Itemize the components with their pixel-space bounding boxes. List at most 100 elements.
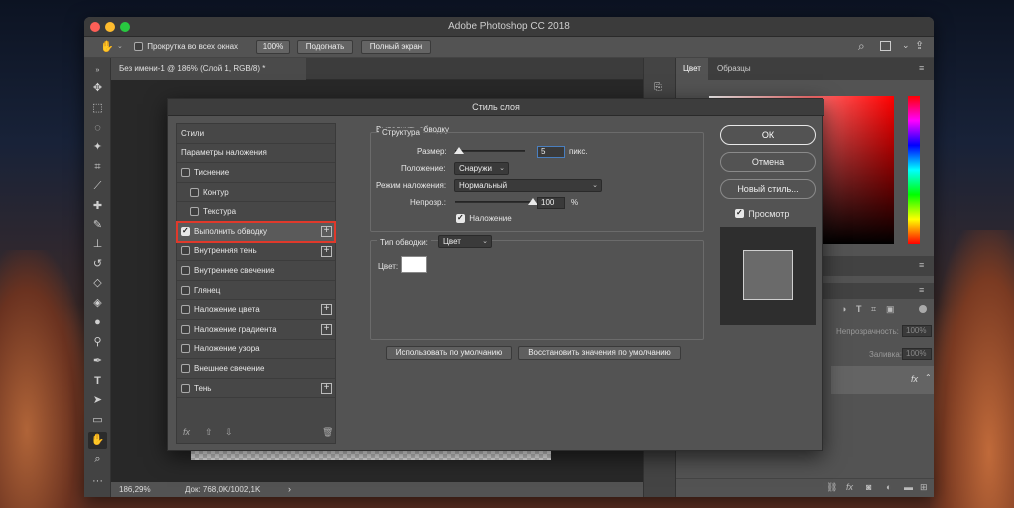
tab-swatches[interactable]: Образцы bbox=[710, 58, 758, 80]
status-arrow-icon[interactable]: › bbox=[288, 484, 291, 494]
add-instance-icon[interactable]: + bbox=[321, 324, 332, 335]
rectangle-tool-icon[interactable]: ▭ bbox=[88, 412, 107, 429]
opacity-field[interactable]: 100 bbox=[537, 197, 565, 209]
trash-icon[interactable]: 🗑 bbox=[322, 427, 333, 438]
hand-tool-icon[interactable]: ✋ bbox=[100, 40, 114, 53]
add-mask-icon[interactable]: ◙ bbox=[866, 482, 871, 492]
style-checkbox-icon[interactable] bbox=[181, 344, 190, 354]
opacity-field[interactable]: 100% bbox=[902, 325, 932, 337]
checkbox-icon[interactable] bbox=[134, 42, 143, 51]
style-checkbox-icon[interactable] bbox=[181, 285, 190, 295]
style-checkbox-icon[interactable] bbox=[181, 265, 190, 275]
filter-type-icon[interactable]: T bbox=[856, 304, 862, 314]
collapse-icon[interactable]: » bbox=[88, 62, 107, 79]
layers-menu-icon[interactable]: ≡ bbox=[919, 285, 924, 295]
stroke-color-swatch[interactable] bbox=[401, 256, 427, 273]
style-checkbox-icon[interactable] bbox=[181, 305, 190, 315]
reset-default-button[interactable]: Восстановить значения по умолчанию bbox=[518, 346, 681, 360]
add-instance-icon[interactable]: + bbox=[321, 245, 332, 257]
style-checkbox-icon[interactable] bbox=[181, 324, 190, 334]
marquee-tool-icon[interactable]: ⬚ bbox=[88, 100, 107, 117]
cancel-button[interactable]: Отмена bbox=[720, 152, 816, 172]
layer-row[interactable]: fx ⌃ bbox=[831, 366, 934, 394]
add-instance-icon[interactable]: + bbox=[321, 304, 332, 316]
history-panel-icon[interactable]: ⎘ bbox=[654, 82, 662, 93]
search-icon[interactable]: ⌕ bbox=[858, 39, 865, 54]
path-selection-tool-icon[interactable]: ➤ bbox=[88, 392, 107, 409]
style-checkbox-icon[interactable] bbox=[181, 383, 190, 393]
new-style-button[interactable]: Новый стиль... bbox=[720, 179, 816, 199]
link-layers-icon[interactable]: ⛓ bbox=[826, 482, 837, 493]
chevron-up-icon[interactable]: ⌃ bbox=[925, 373, 932, 382]
style-checkbox-icon[interactable] bbox=[181, 246, 190, 256]
style-item[interactable]: Глянец bbox=[177, 281, 335, 301]
filter-toggle-icon[interactable] bbox=[919, 305, 927, 313]
lasso-tool-icon[interactable]: ◌ bbox=[88, 120, 107, 137]
style-checkbox-icon[interactable] bbox=[190, 207, 199, 217]
style-item[interactable]: Внутренняя тень + bbox=[177, 242, 335, 262]
workspace-icon[interactable] bbox=[880, 41, 891, 51]
new-layer-icon[interactable]: ⊞ bbox=[920, 482, 928, 493]
adjustment-layer-icon[interactable]: ◐ bbox=[886, 482, 891, 492]
checkbox-icon[interactable] bbox=[456, 213, 465, 223]
style-checkbox-icon[interactable] bbox=[181, 363, 190, 373]
fill-screen-button[interactable]: Полный экран bbox=[361, 40, 431, 54]
more-tools-icon[interactable]: ··· bbox=[88, 473, 107, 490]
opacity-slider[interactable] bbox=[455, 198, 538, 205]
zoom-tool-icon[interactable]: ⌕ bbox=[88, 451, 107, 468]
paint-bucket-tool-icon[interactable]: ◈ bbox=[88, 295, 107, 312]
style-checkbox-icon[interactable] bbox=[181, 167, 190, 177]
fill-type-dropdown[interactable]: Цвет ⌄ bbox=[438, 235, 492, 248]
add-instance-icon[interactable]: + bbox=[321, 226, 332, 237]
crop-tool-icon[interactable]: ⌗ bbox=[88, 159, 107, 176]
share-icon[interactable]: ⇪ bbox=[915, 39, 924, 52]
style-item[interactable]: Внутреннее свечение bbox=[177, 261, 335, 281]
fx-menu-icon[interactable]: fx bbox=[183, 427, 190, 437]
zoom-level[interactable]: 186,29% bbox=[119, 485, 151, 494]
panel-menu-icon[interactable]: ≡ bbox=[919, 63, 924, 73]
ok-button[interactable]: ОК bbox=[720, 125, 816, 145]
healing-brush-tool-icon[interactable]: ✚ bbox=[88, 198, 107, 215]
fill-field[interactable]: 100% bbox=[902, 348, 932, 360]
style-item[interactable]: Внешнее свечение bbox=[177, 359, 335, 379]
style-item[interactable]: Выполнить обводку + bbox=[176, 221, 336, 243]
size-slider[interactable] bbox=[453, 147, 525, 154]
style-item[interactable]: Наложение цвета + bbox=[177, 300, 335, 320]
new-group-icon[interactable]: ▬ bbox=[904, 482, 913, 492]
properties-menu-icon[interactable]: ≡ bbox=[919, 260, 924, 270]
style-item[interactable]: Контур bbox=[177, 183, 335, 203]
style-checkbox-icon[interactable] bbox=[181, 226, 190, 236]
style-item[interactable]: Тиснение bbox=[177, 163, 335, 183]
chevron-down-icon[interactable]: ⌄ bbox=[117, 42, 123, 50]
make-default-button[interactable]: Использовать по умолчанию bbox=[386, 346, 512, 360]
move-up-icon[interactable]: ⇧ bbox=[205, 427, 213, 438]
dodge-tool-icon[interactable]: ⚲ bbox=[88, 334, 107, 351]
scroll-all-windows-checkbox[interactable]: Прокрутка во всех окнах bbox=[134, 42, 238, 53]
size-field[interactable]: 5 bbox=[537, 146, 565, 158]
styles-header[interactable]: Стили bbox=[177, 124, 335, 144]
workspace-dropdown-icon[interactable]: ⌄ bbox=[902, 40, 910, 51]
size-slider-thumb[interactable] bbox=[453, 147, 464, 154]
filter-smart-object-icon[interactable]: ▣ bbox=[886, 304, 895, 315]
hue-slider[interactable] bbox=[908, 96, 920, 244]
blur-tool-icon[interactable]: ● bbox=[88, 314, 107, 331]
fit-screen-button[interactable]: Подогнать bbox=[297, 40, 353, 54]
style-item[interactable]: Текстура bbox=[177, 202, 335, 222]
add-instance-icon[interactable]: + bbox=[321, 382, 332, 394]
style-checkbox-icon[interactable] bbox=[190, 187, 199, 197]
eyedropper-tool-icon[interactable]: ⟋ bbox=[88, 178, 107, 195]
style-item[interactable]: Тень + bbox=[177, 379, 335, 399]
style-item[interactable]: Наложение узора bbox=[177, 340, 335, 360]
brush-tool-icon[interactable]: ✎ bbox=[88, 217, 107, 234]
filter-shape-layer-icon[interactable]: ⌗ bbox=[871, 304, 876, 315]
pen-tool-icon[interactable]: ✒ bbox=[88, 353, 107, 370]
position-dropdown[interactable]: Снаружи ⌄ bbox=[454, 162, 509, 175]
tab-color[interactable]: Цвет bbox=[676, 58, 708, 80]
overprint-checkbox[interactable]: Наложение bbox=[456, 213, 512, 225]
preview-checkbox[interactable]: Просмотр bbox=[735, 208, 789, 220]
filter-shape-icon[interactable]: ◑ bbox=[841, 304, 846, 314]
hand-tool-icon[interactable]: ✋ bbox=[88, 432, 107, 449]
type-tool-icon[interactable]: T bbox=[88, 373, 107, 390]
zoom-100-button[interactable]: 100% bbox=[256, 40, 290, 54]
layer-fx-icon[interactable]: fx bbox=[911, 374, 918, 384]
